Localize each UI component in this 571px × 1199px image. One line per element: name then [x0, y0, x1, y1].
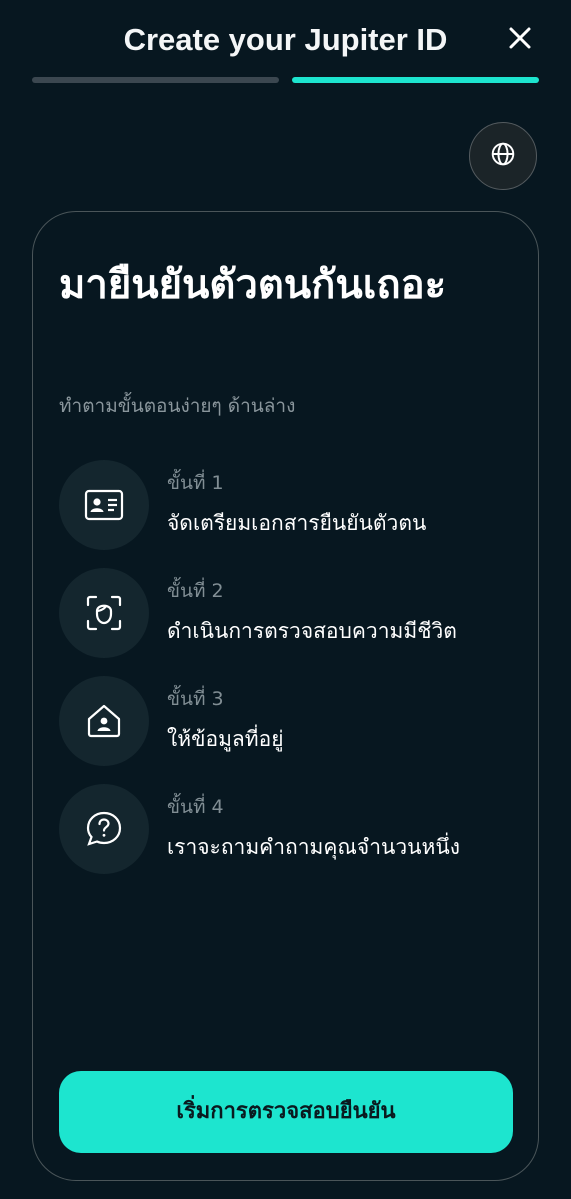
step-label-4: ขั้นที่ 4 [167, 796, 224, 818]
start-verification-button[interactable]: เริ่มการตรวจสอบยืนยัน [59, 1071, 513, 1153]
header-title: Create your Jupiter ID [123, 22, 448, 57]
step-text-4: เราจะถามคำถามคุณจำนวนหนึ่ง [167, 835, 460, 859]
step-label-1: ขั้นที่ 1 [167, 472, 224, 494]
progress-step-2 [292, 77, 539, 83]
verification-card: มายืนยันตัวตนกันเถอะ ทำตามขั้นตอนง่ายๆ ด… [32, 211, 539, 1181]
card-subtitle: ทำตามขั้นตอนง่ายๆ ด้านล่าง [59, 395, 296, 417]
step-item-2: ขั้นที่ 2 ดำเนินการตรวจสอบความมีชีวิต [59, 568, 519, 658]
home-person-icon [59, 676, 149, 766]
face-scan-icon [59, 568, 149, 658]
step-text-1: จัดเตรียมเอกสารยืนยันตัวตน [167, 511, 427, 535]
question-icon [59, 784, 149, 874]
progress-step-1 [32, 77, 279, 83]
close-icon [508, 26, 532, 54]
step-label-2: ขั้นที่ 2 [167, 580, 224, 602]
language-button[interactable] [469, 122, 537, 190]
step-text-3: ให้ข้อมูลที่อยู่ [167, 727, 284, 751]
close-button[interactable] [502, 22, 538, 58]
step-label-3: ขั้นที่ 3 [167, 688, 224, 710]
card-title: มายืนยันตัวตนกันเถอะ [59, 262, 447, 308]
id-card-icon [59, 460, 149, 550]
globe-icon [490, 141, 516, 171]
step-item-1: ขั้นที่ 1 จัดเตรียมเอกสารยืนยันตัวตน [59, 460, 519, 550]
step-item-3: ขั้นที่ 3 ให้ข้อมูลที่อยู่ [59, 676, 519, 766]
step-text-2: ดำเนินการตรวจสอบความมีชีวิต [167, 619, 457, 643]
step-item-4: ขั้นที่ 4 เราจะถามคำถามคุณจำนวนหนึ่ง [59, 784, 519, 874]
